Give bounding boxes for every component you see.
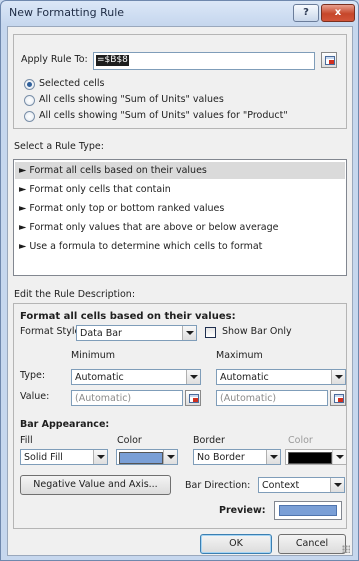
radio-all-cells-sum-units[interactable] (24, 95, 35, 106)
help-icon[interactable]: ? (293, 4, 319, 22)
title-bar: New Formatting Rule ? x (1, 1, 358, 25)
min-value-text: (Automatic) (75, 393, 132, 404)
chevron-down-icon[interactable] (186, 370, 200, 384)
radio-selected-cells[interactable] (24, 79, 35, 90)
rule-type-item[interactable]: ► Format only top or bottom ranked value… (15, 200, 345, 217)
fill-value: Solid Fill (24, 452, 63, 463)
min-type-value: Automatic (75, 372, 124, 383)
border-label: Border (193, 435, 225, 446)
rule-type-item[interactable]: ► Format only values that are above or b… (15, 219, 345, 236)
radio-label-selected-cells[interactable]: Selected cells (39, 78, 105, 89)
dialog-body: Apply Rule To: =$B$8 Selected cells All … (7, 26, 353, 556)
preview-bar (279, 505, 337, 516)
chevron-down-icon[interactable] (182, 326, 196, 340)
radio-all-cells-for-product[interactable] (24, 111, 35, 122)
negative-value-axis-button[interactable]: Negative Value and Axis... (20, 475, 171, 495)
format-style-label: Format Style: (20, 326, 84, 337)
max-value-input[interactable]: (Automatic) (216, 390, 328, 406)
ok-button[interactable]: OK (200, 534, 272, 554)
fill-color-picker[interactable] (116, 449, 178, 465)
radio-label-all-cells-sum-units[interactable]: All cells showing "Sum of Units" values (39, 94, 224, 105)
dialog-title: New Formatting Rule (9, 6, 125, 19)
apply-rule-input[interactable]: =$B$8 (93, 52, 315, 70)
max-type-value: Automatic (220, 372, 269, 383)
chevron-down-icon[interactable] (332, 450, 346, 464)
value-label: Value: (20, 391, 50, 402)
close-icon[interactable]: x (321, 4, 355, 22)
border-color-swatch (288, 452, 332, 464)
rule-type-label: Select a Rule Type: (14, 141, 104, 152)
fill-dropdown[interactable]: Solid Fill (20, 449, 108, 465)
border-dropdown[interactable]: No Border (193, 449, 281, 465)
chevron-down-icon[interactable] (266, 450, 280, 464)
new-formatting-rule-dialog: New Formatting Rule ? x Apply Rule To: =… (0, 0, 359, 561)
rule-type-item[interactable]: ► Use a formula to determine which cells… (15, 238, 345, 255)
rule-description-label: Edit the Rule Description: (14, 289, 136, 300)
apply-rule-value: =$B$8 (96, 55, 129, 66)
chevron-down-icon[interactable] (93, 450, 107, 464)
max-type-dropdown[interactable]: Automatic (216, 369, 346, 385)
minimum-header: Minimum (71, 350, 116, 361)
min-value-input[interactable]: (Automatic) (71, 390, 183, 406)
bar-direction-value: Context (262, 480, 300, 491)
cancel-button[interactable]: Cancel (278, 534, 346, 554)
rule-type-item[interactable]: ► Format only cells that contain (15, 181, 345, 198)
show-bar-only-checkbox[interactable] (205, 327, 216, 338)
resize-grip-icon[interactable] (342, 545, 350, 553)
radio-label-all-cells-for-product[interactable]: All cells showing "Sum of Units" values … (39, 110, 288, 121)
rule-type-list[interactable]: ► Format all cells based on their values… (13, 159, 347, 276)
border-value: No Border (197, 452, 245, 463)
min-value-picker-icon[interactable] (185, 390, 201, 406)
fill-color-swatch (119, 452, 163, 464)
range-picker-icon[interactable] (321, 52, 337, 68)
type-label: Type: (20, 370, 46, 381)
border-color-label: Color (288, 435, 313, 446)
chevron-down-icon[interactable] (330, 478, 344, 492)
bar-direction-label: Bar Direction: (185, 480, 251, 491)
rule-description-heading: Format all cells based on their values: (20, 311, 236, 322)
chevron-down-icon[interactable] (331, 370, 345, 384)
max-value-picker-icon[interactable] (330, 390, 346, 406)
border-color-picker[interactable] (285, 449, 347, 465)
bar-appearance-heading: Bar Appearance: (20, 419, 110, 430)
chevron-down-icon[interactable] (163, 450, 177, 464)
max-value-text: (Automatic) (220, 393, 277, 404)
format-style-value: Data Bar (80, 328, 122, 339)
rule-type-item[interactable]: ► Format all cells based on their values (15, 162, 345, 179)
apply-rule-label: Apply Rule To: (21, 54, 88, 65)
preview-box (274, 501, 342, 520)
show-bar-only-label[interactable]: Show Bar Only (222, 326, 292, 337)
fill-label: Fill (20, 435, 33, 446)
bar-direction-dropdown[interactable]: Context (258, 477, 345, 493)
maximum-header: Maximum (216, 350, 263, 361)
color-label: Color (117, 435, 142, 446)
min-type-dropdown[interactable]: Automatic (71, 369, 201, 385)
preview-label: Preview: (219, 505, 266, 516)
format-style-dropdown[interactable]: Data Bar (76, 325, 197, 341)
